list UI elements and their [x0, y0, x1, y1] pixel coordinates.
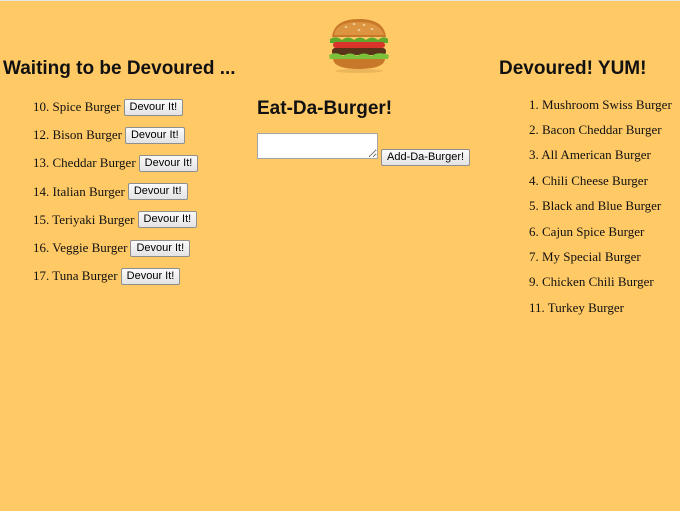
devour-button[interactable]: Devour It! [130, 239, 191, 257]
list-item: 17. Tuna Burger Devour It! [33, 262, 198, 290]
list-item: 11. Turkey Burger [529, 299, 624, 315]
devour-button[interactable]: Devour It! [138, 154, 199, 172]
list-item: 16. Veggie Burger Devour It! [33, 234, 198, 262]
devour-button[interactable]: Devour It! [127, 183, 188, 201]
burger-name-input[interactable] [257, 133, 378, 159]
list-item: 5. Black and Blue Burger [529, 198, 662, 214]
devour-button[interactable]: Devour It! [123, 98, 184, 116]
list-item: 14. Italian Burger Devour It! [33, 178, 198, 206]
list-item: 9. Chicken Chili Burger [529, 274, 654, 290]
list-item: 12. Bison Burger Devour It! [33, 121, 198, 149]
list-item: 15. Teriyaki Burger Devour It! [33, 206, 198, 234]
devour-button[interactable]: Devour It! [124, 126, 185, 144]
list-item: 6. Cajun Spice Burger [529, 223, 645, 239]
top-divider [0, 0, 680, 1]
burger-name: 17. Tuna Burger [33, 268, 118, 284]
list-item: 4. Chili Cheese Burger [529, 172, 648, 188]
list-item: 3. All American Burger [529, 147, 651, 163]
list-item: 7. My Special Burger [529, 249, 641, 265]
waiting-burger-list: 10. Spice Burger Devour It! 12. Bison Bur… [33, 93, 199, 290]
add-burger-button[interactable]: Add-Da-Burger! [381, 149, 471, 166]
burger-icon [329, 19, 389, 73]
list-item: 2. Bacon Cheddar Burger [529, 122, 662, 138]
burger-name: 15. Teriyaki Burger [33, 211, 135, 227]
burger-name: 13. Cheddar Burger [33, 155, 136, 171]
devoured-burger-list: 1. Mushroom Swiss Burger 2. Bacon Chedda… [529, 92, 672, 321]
list-item: 13. Cheddar Burger Devour It! [33, 149, 199, 177]
list-item: 10. Spice Burger Devour It! [33, 93, 198, 121]
devour-button[interactable]: Devour It! [137, 211, 198, 229]
burger-name: 10. Spice Burger [33, 99, 121, 115]
devour-button[interactable]: Devour It! [120, 267, 181, 285]
page-title: Eat-Da-Burger! [257, 98, 393, 119]
burger-name: 14. Italian Burger [33, 183, 125, 199]
list-item: 1. Mushroom Swiss Burger [529, 96, 672, 112]
burger-name: 16. Veggie Burger [33, 240, 128, 256]
waiting-section-title: Waiting to be Devoured ... [3, 58, 236, 79]
devoured-section-title: Devoured! YUM! [499, 58, 647, 79]
burger-name: 12. Bison Burger [33, 127, 122, 143]
